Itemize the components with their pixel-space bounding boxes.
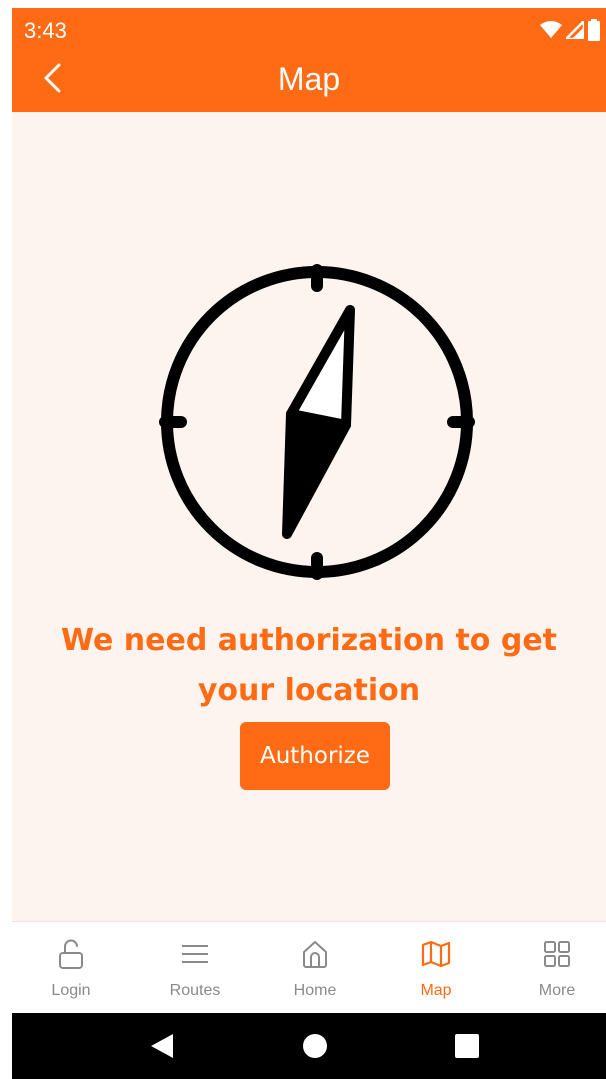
message-line-2: your location xyxy=(197,673,421,708)
home-icon xyxy=(303,941,327,968)
status-time: 3:43 xyxy=(24,18,67,43)
nav-label-login: Login xyxy=(51,982,91,999)
app-bar: 3:43 Map xyxy=(12,8,606,112)
nav-item-login[interactable]: Login xyxy=(12,922,130,1014)
nav-label-home: Home xyxy=(293,982,337,999)
page-title: Map xyxy=(277,61,341,97)
map-icon xyxy=(421,940,451,968)
home-circle-icon xyxy=(303,1034,327,1058)
nav-label-routes: Routes xyxy=(169,982,221,999)
authorize-button[interactable]: Authorize xyxy=(240,722,390,790)
back-triangle-icon xyxy=(151,1034,173,1058)
system-recents-button[interactable] xyxy=(437,1013,497,1079)
system-navigation-bar xyxy=(12,1013,606,1079)
signal-icon xyxy=(566,21,584,39)
system-back-button[interactable] xyxy=(132,1013,192,1079)
bottom-navigation: Login Routes Home Map More xyxy=(12,921,606,1013)
authorization-message: We need authorization to get your locati… xyxy=(32,616,586,716)
battery-icon xyxy=(588,19,600,41)
grid-icon xyxy=(544,941,570,967)
main-content: We need authorization to get your locati… xyxy=(12,112,606,921)
compass-icon xyxy=(159,264,475,580)
recents-square-icon xyxy=(455,1034,479,1058)
nav-item-home[interactable]: Home xyxy=(256,922,374,1014)
unlock-icon xyxy=(59,939,83,969)
system-home-button[interactable] xyxy=(285,1013,345,1079)
message-line-1: We need authorization to get xyxy=(60,623,558,658)
wifi-icon xyxy=(540,21,562,38)
nav-item-routes[interactable]: Routes xyxy=(136,922,254,1014)
nav-item-map[interactable]: Map xyxy=(377,922,495,1014)
app-screen: 3:43 Map We need authorization to get yo… xyxy=(12,8,606,1079)
menu-icon xyxy=(182,945,208,963)
nav-label-map: Map xyxy=(420,982,452,999)
nav-item-more[interactable]: More xyxy=(498,922,606,1014)
nav-label-more: More xyxy=(538,982,576,999)
status-icons xyxy=(540,19,600,41)
